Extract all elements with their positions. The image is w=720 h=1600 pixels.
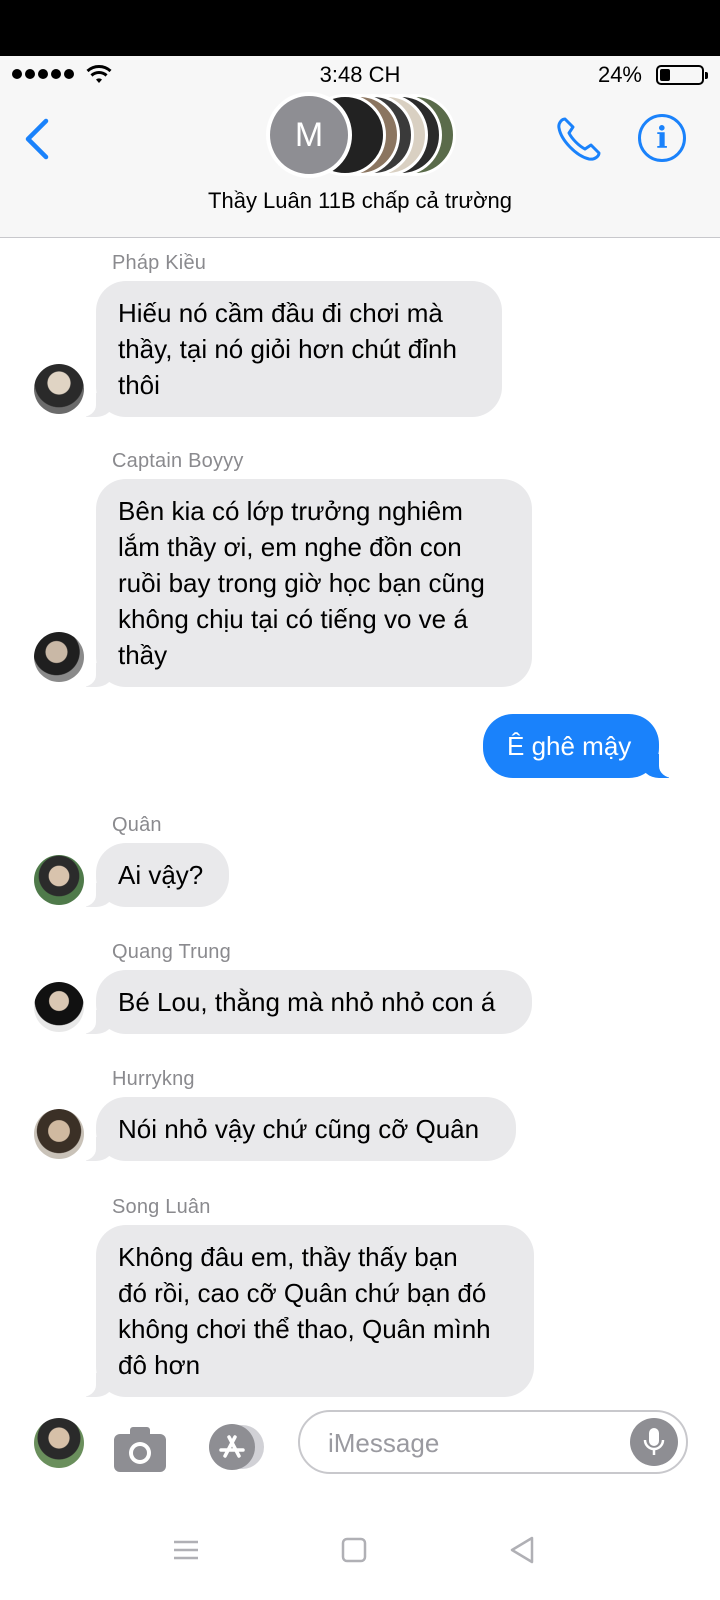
battery-level-fill — [660, 69, 670, 81]
mic-button[interactable] — [630, 1418, 678, 1466]
message-text-line: Bên kia có lớp trưởng nghiêm — [118, 496, 463, 526]
my-avatar[interactable] — [34, 1418, 84, 1468]
message-bubble[interactable]: Không đâu em, thầy thấy bạn đó rồi, cao … — [74, 1225, 534, 1397]
message-bubble[interactable]: Bé Lou, thằng mà nhỏ nhỏ con á — [74, 970, 532, 1034]
group-initial-avatar: M — [266, 92, 352, 178]
avatar[interactable] — [34, 1109, 84, 1159]
message-text-line: Bé Lou, thằng mà nhỏ nhỏ con á — [118, 987, 496, 1017]
top-black-strip — [0, 0, 720, 56]
home-icon[interactable] — [334, 1530, 374, 1570]
app-store-icon — [209, 1424, 264, 1470]
sender-name: Quang Trung — [112, 941, 231, 963]
back-button[interactable] — [22, 114, 62, 164]
message-text-line: đô hơn — [118, 1350, 201, 1380]
message-field[interactable] — [298, 1410, 688, 1474]
message-text-line: đó rồi, cao cỡ Quân chứ bạn đó — [118, 1278, 487, 1308]
avatar[interactable] — [34, 364, 84, 414]
back-triangle-icon[interactable] — [502, 1530, 542, 1570]
message-input[interactable] — [328, 1424, 618, 1462]
message-text-line: không chịu tại có tiếng vo ve á — [118, 604, 468, 634]
sender-name: Pháp Kiều — [112, 252, 207, 274]
message-bubble[interactable]: Hiếu nó cầm đầu đi chơi mà thầy, tại nó … — [74, 281, 502, 417]
sender-name: Hurrykng — [112, 1068, 195, 1090]
message-text-line: Hiếu nó cầm đầu đi chơi mà — [118, 298, 443, 328]
message-text-line: ruồi bay trong giờ học bạn cũng — [118, 568, 485, 598]
system-navigation-bar — [0, 1500, 720, 1600]
message-text-line: Không đâu em, thầy thấy bạn — [118, 1242, 458, 1272]
message-text-line: Ai vậy? — [118, 860, 204, 890]
call-button[interactable] — [554, 114, 604, 164]
composer-bar — [0, 1404, 720, 1500]
sender-name: Captain Boyyy — [112, 450, 244, 472]
avatar[interactable] — [34, 855, 84, 905]
message-bubble[interactable]: Nói nhỏ vậy chứ cũng cỡ Quân — [74, 1097, 516, 1161]
sender-name: Song Luân — [112, 1196, 211, 1218]
camera-icon — [114, 1427, 166, 1472]
microphone-icon — [643, 1428, 665, 1455]
message-text-line: thầy, tại nó giỏi hơn chút đỉnh — [118, 334, 457, 364]
group-avatar-stack[interactable]: M — [266, 92, 456, 178]
phone-icon — [557, 117, 601, 161]
message-bubble-outgoing[interactable]: Ê ghê mậy — [483, 714, 681, 778]
message-text-line: lắm thầy ơi, em nghe đồn con — [118, 532, 462, 562]
avatar[interactable] — [34, 982, 84, 1032]
info-icon: i — [656, 120, 668, 156]
message-bubble[interactable]: Bên kia có lớp trưởng nghiêm lắm thầy ơi… — [74, 479, 532, 687]
chevron-left-icon — [25, 118, 49, 160]
message-text-line: Ê ghê mậy — [507, 731, 632, 761]
app-store-button[interactable] — [205, 1422, 267, 1472]
message-text-line: không chơi thể thao, Quân mình — [118, 1314, 491, 1344]
sender-name: Quân — [112, 814, 162, 836]
camera-button[interactable] — [112, 1424, 168, 1474]
battery-percent: 24% — [597, 62, 642, 87]
conversation-header: M i Thầy Luân 11B chấp cả trường — [0, 92, 720, 238]
message-text-line: Nói nhỏ vậy chứ cũng cỡ Quân — [118, 1114, 480, 1144]
battery-icon — [656, 65, 708, 85]
status-bar: 3:48 CH 24% — [0, 56, 720, 92]
info-button[interactable]: i — [638, 114, 686, 162]
message-text-line: thôi — [118, 370, 160, 400]
avatar[interactable] — [34, 632, 84, 682]
group-name[interactable]: Thầy Luân 11B chấp cả trường — [0, 188, 720, 214]
menu-icon[interactable] — [166, 1530, 206, 1570]
message-text-line: thầy — [118, 640, 168, 670]
message-bubble[interactable]: Ai vậy? — [74, 843, 229, 907]
